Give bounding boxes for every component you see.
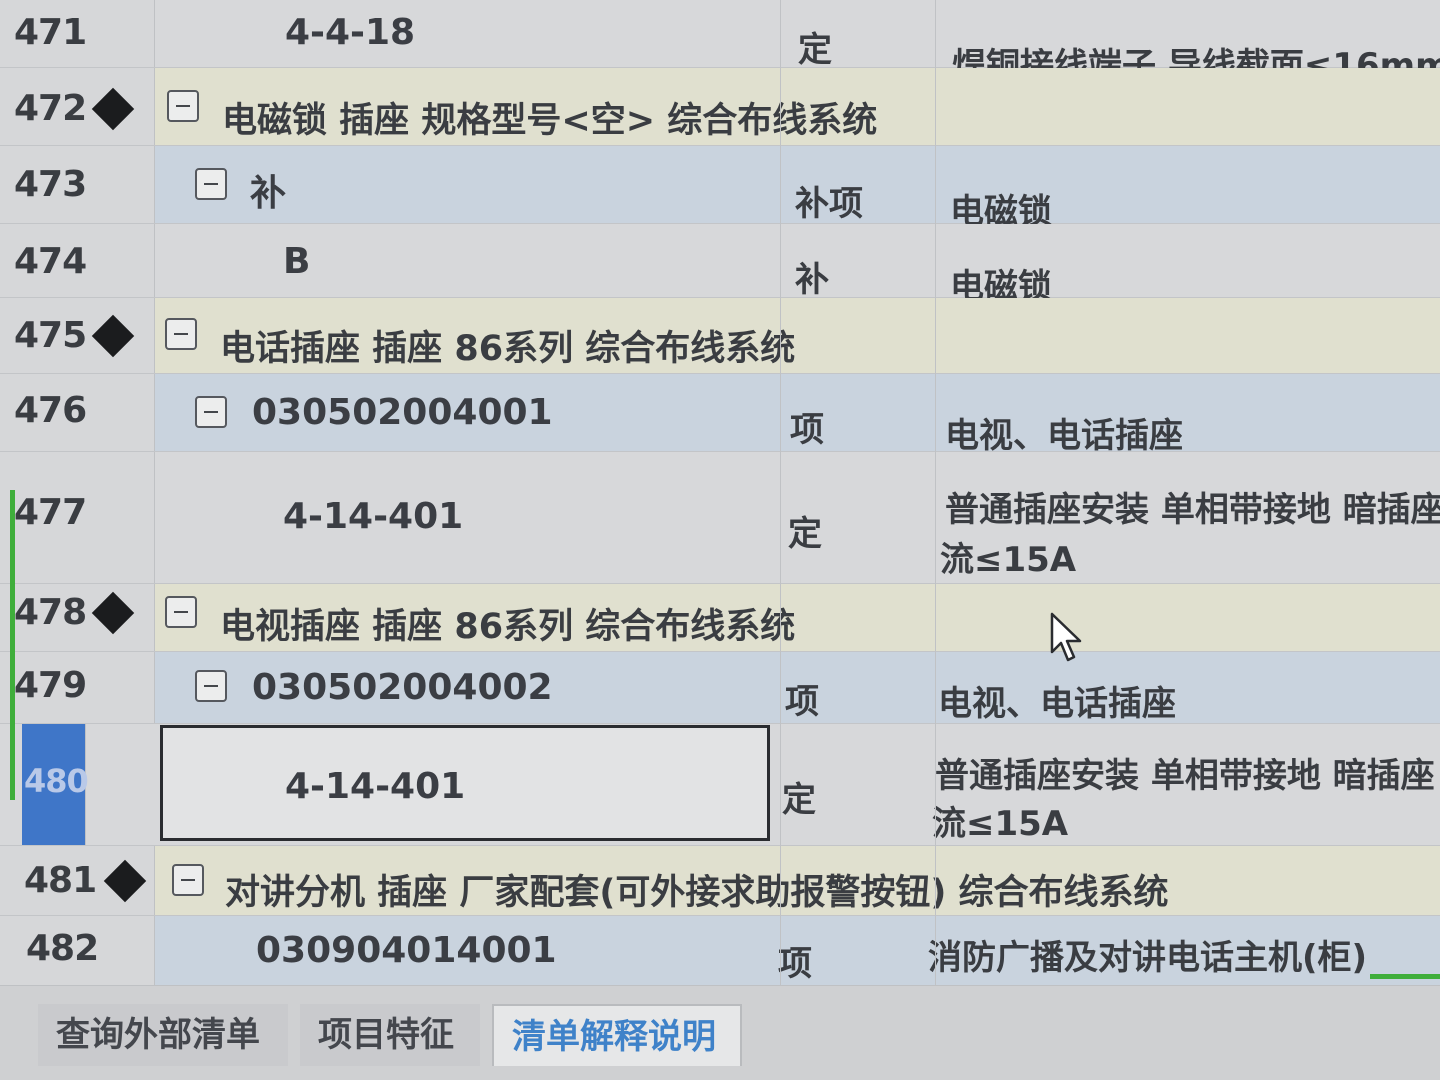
row-number-cell[interactable]: 478 — [0, 584, 155, 651]
item-name-line2[interactable]: 流≤15A — [932, 796, 1068, 845]
row-number-cell[interactable]: 474 — [0, 224, 155, 297]
bottom-tab-bar: 查询外部清单 项目特征 清单解释说明 — [0, 985, 1440, 1080]
tab-list-explanation[interactable]: 清单解释说明 — [492, 1004, 742, 1066]
diamond-icon — [91, 591, 135, 635]
change-marker — [10, 490, 15, 800]
item-type[interactable]: 项 — [778, 936, 812, 985]
collapse-toggle-icon[interactable] — [195, 670, 227, 702]
group-title[interactable]: 电话插座 插座 86系列 综合布线系统 — [220, 320, 795, 371]
table-row[interactable]: 473 补 补项 电磁锁 — [0, 146, 1440, 232]
item-name-line1[interactable]: 普通插座安装 单相带接地 暗插座 — [945, 482, 1440, 531]
row-number: 482 — [26, 928, 99, 969]
row-number: 478 — [14, 592, 87, 633]
column-divider — [780, 0, 781, 985]
group-title[interactable]: 对讲分机 插座 厂家配套(可外接求助报警按钮) 综合布线系统 — [225, 864, 1169, 915]
table-row[interactable]: 476 030502004001 项 电视、电话插座 — [0, 374, 1440, 456]
row-number-cell[interactable]: 477 — [0, 452, 155, 583]
selected-code-cell[interactable]: 4-14-401 — [160, 725, 770, 841]
item-type[interactable]: 定 — [788, 506, 822, 555]
group-title[interactable]: 电磁锁 插座 规格型号<空> 综合布线系统 — [222, 92, 877, 143]
item-type[interactable]: 定 — [798, 22, 832, 71]
row-number-cell[interactable]: 473 — [0, 146, 155, 223]
mouse-cursor-icon — [1050, 612, 1082, 662]
diamond-icon — [91, 87, 135, 131]
item-type[interactable]: 定 — [782, 772, 816, 821]
row-number: 475 — [14, 315, 87, 356]
item-name[interactable]: 电视、电话插座 — [945, 408, 1183, 457]
table-row[interactable]: 471 4-4-18 定 焊铜接线端子 导线截面≤16mm — [0, 0, 1440, 86]
row-number-cell[interactable]: 471 — [0, 0, 155, 67]
group-row[interactable]: 478 电视插座 插座 86系列 综合布线系统 — [0, 584, 1440, 652]
item-code[interactable]: 030502004001 — [252, 392, 553, 433]
item-code[interactable]: 4-14-401 — [285, 766, 465, 807]
row-number: 477 — [14, 492, 87, 533]
item-type[interactable]: 补 — [795, 252, 829, 301]
item-name-line2[interactable]: 流≤15A — [940, 532, 1076, 581]
collapse-toggle-icon[interactable] — [165, 318, 197, 350]
row-number-cell[interactable]: 479 — [0, 652, 155, 723]
group-row[interactable]: 481 对讲分机 插座 厂家配套(可外接求助报警按钮) 综合布线系统 — [0, 846, 1440, 916]
row-number: 474 — [14, 241, 87, 282]
row-number: 471 — [14, 12, 87, 53]
diamond-icon — [103, 859, 147, 903]
item-code[interactable]: 030904014001 — [256, 930, 557, 971]
item-type[interactable]: 项 — [790, 402, 824, 451]
collapse-toggle-icon[interactable] — [172, 864, 204, 896]
table-row[interactable]: 482 030904014001 项 消防广播及对讲电话主机(柜) — [0, 916, 1440, 986]
collapse-toggle-icon[interactable] — [195, 168, 227, 200]
scroll-marker — [1370, 974, 1440, 979]
bill-of-quantities-grid: 471 4-4-18 定 焊铜接线端子 导线截面≤16mm 472 电磁锁 插座… — [0, 0, 1440, 1000]
item-code[interactable]: 补 — [250, 164, 286, 216]
row-number: 472 — [14, 88, 87, 129]
item-type[interactable]: 项 — [785, 674, 819, 723]
collapse-toggle-icon[interactable] — [165, 596, 197, 628]
row-number-cell[interactable]: 472 — [0, 68, 155, 145]
row-number: 473 — [14, 164, 87, 205]
row-number: 480 — [24, 762, 89, 800]
row-number: 479 — [14, 665, 87, 706]
group-title[interactable]: 电视插座 插座 86系列 综合布线系统 — [220, 598, 795, 649]
row-number-cell-selected[interactable]: 480 — [22, 724, 89, 845]
item-type[interactable]: 补项 — [795, 176, 863, 225]
item-code[interactable]: 4-4-18 — [285, 12, 415, 53]
item-code[interactable]: B — [283, 241, 310, 282]
table-row[interactable]: 477 4-14-401 定 普通插座安装 单相带接地 暗插座 流≤15A — [0, 452, 1440, 584]
item-code[interactable]: 030502004002 — [252, 667, 553, 708]
row-number-cell[interactable]: 482 — [0, 916, 155, 985]
column-divider — [935, 0, 936, 985]
table-row[interactable]: 479 030502004002 项 电视、电话插座 — [0, 652, 1440, 724]
item-name-line1[interactable]: 普通插座安装 单相带接地 暗插座 — [935, 748, 1435, 797]
item-name[interactable]: 消防广播及对讲电话主机(柜) — [928, 930, 1367, 979]
item-name[interactable]: 电视、电话插座 — [938, 676, 1176, 725]
group-row[interactable]: 475 电话插座 插座 86系列 综合布线系统 — [0, 298, 1440, 374]
item-code[interactable]: 4-14-401 — [283, 496, 463, 537]
screen: 471 4-4-18 定 焊铜接线端子 导线截面≤16mm 472 电磁锁 插座… — [0, 0, 1440, 1080]
group-row[interactable]: 472 电磁锁 插座 规格型号<空> 综合布线系统 — [0, 68, 1440, 146]
row-number-cell[interactable]: 475 — [0, 298, 155, 373]
row-number-cell[interactable]: 476 — [0, 374, 155, 451]
row-number-cell[interactable]: 481 — [0, 846, 155, 915]
row-number: 476 — [14, 390, 87, 431]
table-row[interactable]: 474 B 补 电磁锁 — [0, 224, 1440, 307]
row-number: 481 — [24, 860, 97, 901]
tab-item-features[interactable]: 项目特征 — [300, 1004, 480, 1066]
collapse-toggle-icon[interactable] — [195, 396, 227, 428]
diamond-icon — [91, 314, 135, 358]
collapse-toggle-icon[interactable] — [167, 90, 199, 122]
tab-query-external-list[interactable]: 查询外部清单 — [38, 1004, 288, 1066]
